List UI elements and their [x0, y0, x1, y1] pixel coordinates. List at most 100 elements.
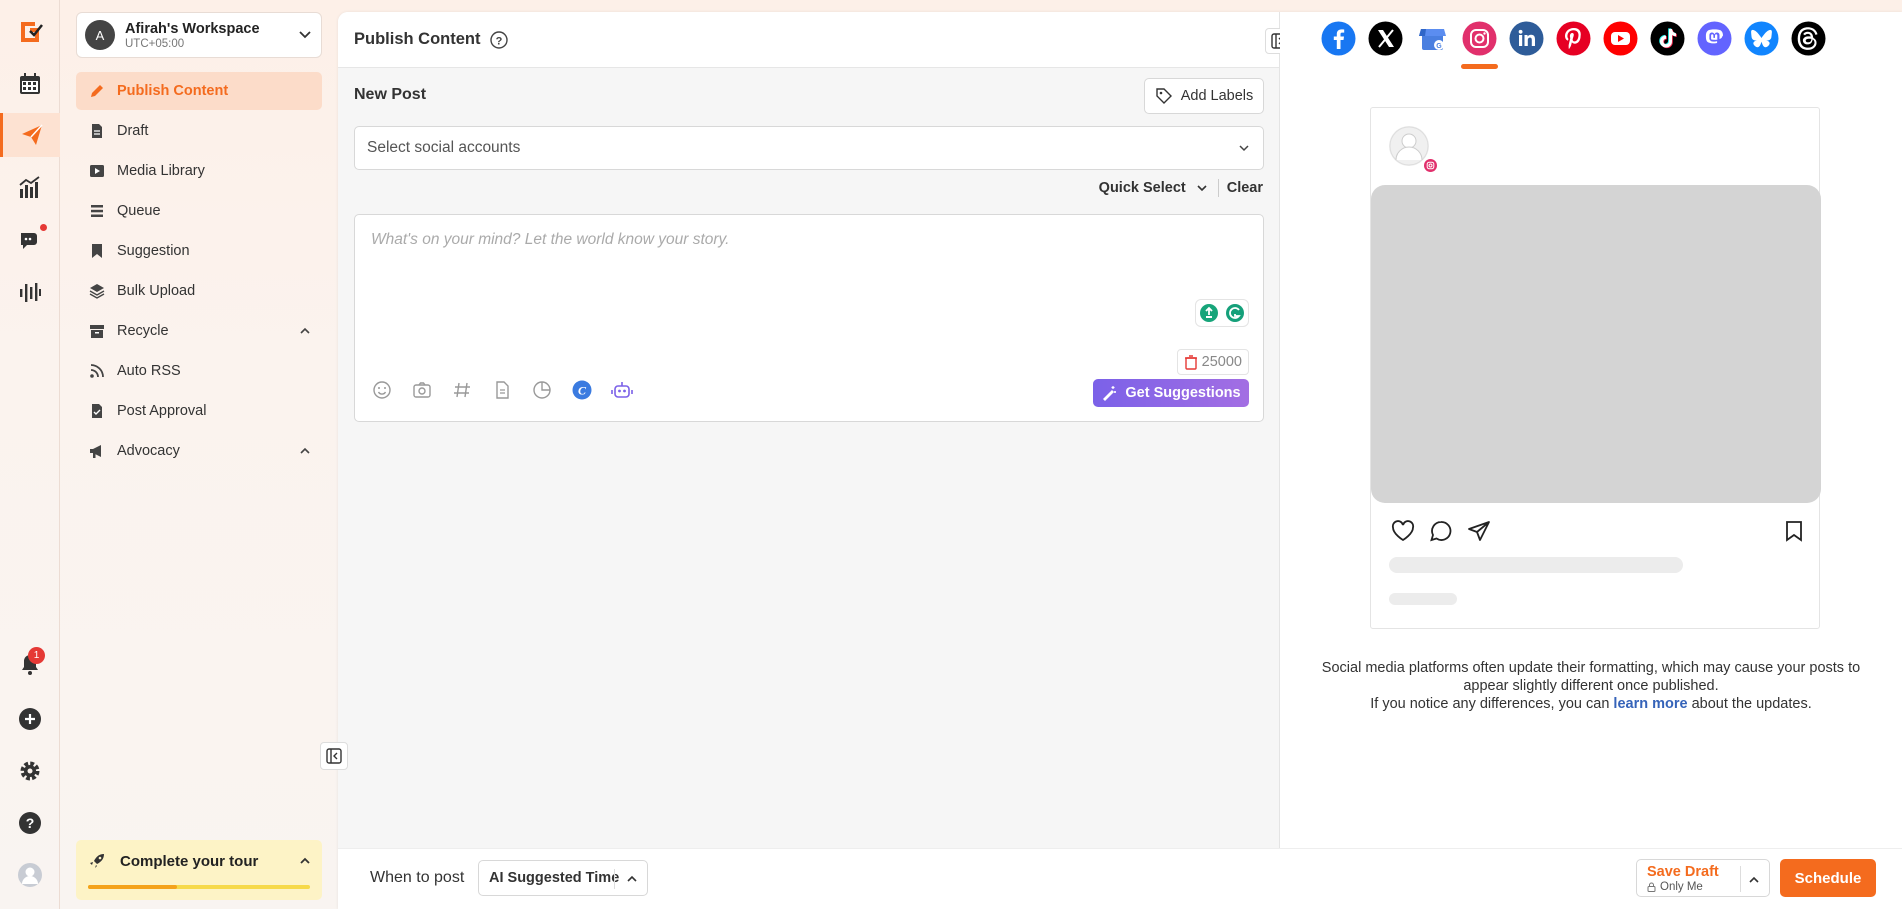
calendar-icon[interactable] — [0, 62, 60, 106]
help-icon[interactable]: ? — [0, 801, 60, 845]
trash-count-icon — [1184, 355, 1197, 370]
sidebar-item-bulk-upload[interactable]: Bulk Upload — [76, 272, 322, 310]
user-avatar[interactable] — [0, 853, 60, 897]
tab-bluesky[interactable] — [1743, 20, 1780, 57]
pinterest-icon — [1556, 21, 1591, 56]
sidebar-item-label: Recycle — [117, 323, 169, 339]
camera-icon[interactable] — [411, 379, 433, 401]
tour-progress-fill — [88, 885, 177, 889]
svg-text:?: ? — [26, 815, 35, 831]
post-editor[interactable]: What's on your mind? Let the world know … — [354, 214, 1264, 422]
tiktok-icon — [1650, 21, 1685, 56]
quick-select-row: Quick Select Clear — [1099, 179, 1263, 197]
gear-icon[interactable] — [0, 749, 60, 793]
ai-bulb-icon[interactable] — [1199, 303, 1219, 323]
document-icon — [92, 124, 102, 138]
caption-placeholder-line — [1389, 593, 1457, 605]
pie-chart-icon[interactable] — [531, 379, 553, 401]
mastodon-icon — [1697, 21, 1732, 56]
analytics-icon[interactable] — [0, 166, 60, 210]
help-circle-icon[interactable]: ? — [489, 30, 509, 50]
chevron-down-icon[interactable] — [1196, 182, 1208, 194]
add-labels-label: Add Labels — [1180, 88, 1254, 104]
learn-more-link[interactable]: learn more — [1613, 696, 1687, 712]
youtube-icon — [1603, 21, 1638, 56]
publish-icon[interactable] — [0, 113, 60, 157]
editor-placeholder: What's on your mind? Let the world know … — [371, 231, 730, 248]
megaphone-icon — [90, 445, 101, 458]
svg-text:C: C — [578, 384, 587, 398]
sidebar-item-publish-content[interactable]: Publish Content — [76, 72, 322, 110]
editor-toolbar: C — [371, 379, 651, 401]
chevron-up-icon[interactable] — [1747, 873, 1761, 887]
document-icon[interactable] — [491, 379, 513, 401]
tab-mastodon[interactable] — [1696, 20, 1733, 57]
sidebar-item-advocacy[interactable]: Advocacy — [76, 432, 322, 470]
social-accounts-select[interactable]: Select social accounts — [354, 126, 1264, 170]
complete-tour-card[interactable]: Complete your tour — [76, 840, 322, 900]
tab-tiktok[interactable] — [1649, 20, 1686, 57]
workspace-name: Afirah's Workspace — [125, 20, 260, 37]
workspace-selector[interactable]: A Afirah's Workspace UTC+05:00 — [76, 12, 322, 58]
divider — [614, 869, 615, 889]
logo-icon[interactable] — [0, 9, 60, 53]
caption-placeholder-line — [1389, 557, 1683, 573]
tab-google-business[interactable]: G — [1414, 20, 1451, 57]
quick-select-button[interactable]: Quick Select — [1099, 180, 1186, 196]
archive-icon — [90, 325, 104, 338]
chevron-down-icon — [1239, 145, 1249, 152]
sidebar-item-draft[interactable]: Draft — [76, 112, 322, 150]
chevron-up-icon[interactable] — [298, 854, 312, 868]
hashtag-icon[interactable] — [451, 379, 473, 401]
get-suggestions-button[interactable]: Get Suggestions — [1093, 379, 1249, 407]
schedule-button[interactable]: Schedule — [1780, 859, 1876, 897]
listening-icon[interactable] — [0, 270, 60, 314]
when-to-post-value: AI Suggested Time — [489, 870, 620, 886]
save-draft-label: Save Draft — [1647, 864, 1719, 880]
bell-icon[interactable]: 1 — [0, 643, 60, 687]
tab-instagram[interactable] — [1461, 20, 1498, 69]
visibility-value: Only Me — [1660, 881, 1703, 893]
save-draft-button[interactable]: Save Draft Only Me — [1636, 859, 1770, 897]
when-to-post-select[interactable]: AI Suggested Time — [478, 860, 648, 896]
emoji-icon[interactable] — [371, 379, 393, 401]
panel-collapse-icon — [326, 748, 342, 764]
preview-disclaimer: Social media platforms often update thei… — [1320, 659, 1862, 713]
sidebar-item-queue[interactable]: Queue — [76, 192, 322, 230]
chevron-up-icon[interactable] — [625, 872, 639, 886]
add-labels-button[interactable]: Add Labels — [1144, 78, 1264, 114]
rocket-icon — [90, 854, 104, 868]
sidebar-item-label: Publish Content — [117, 83, 229, 99]
sidebar-item-auto-rss[interactable]: Auto RSS — [76, 352, 322, 390]
clear-button[interactable]: Clear — [1227, 180, 1263, 196]
sidebar-item-label: Suggestion — [117, 243, 190, 259]
collapse-sidebar-button[interactable] — [320, 742, 348, 770]
tab-pinterest[interactable] — [1555, 20, 1592, 57]
sidebar-item-recycle[interactable]: Recycle — [76, 312, 322, 350]
tab-facebook[interactable] — [1320, 20, 1357, 57]
chevron-up-icon[interactable] — [298, 444, 312, 458]
sidebar-item-label: Draft — [117, 123, 149, 139]
tab-threads[interactable] — [1790, 20, 1827, 57]
bookmark-icon — [1786, 521, 1802, 542]
preview-image-placeholder — [1371, 185, 1821, 503]
composer-header: Publish Content ? — [338, 12, 1279, 68]
grammar-tools[interactable] — [1195, 299, 1249, 327]
canva-icon[interactable]: C — [571, 379, 593, 401]
plus-circle-icon[interactable] — [0, 697, 60, 741]
chevron-up-icon[interactable] — [298, 324, 312, 338]
sidebar-item-suggestion[interactable]: Suggestion — [76, 232, 322, 270]
ai-robot-icon[interactable] — [611, 379, 633, 401]
composer-panel: Publish Content ? New Post Add Labels Se… — [338, 12, 1293, 848]
tab-x[interactable] — [1367, 20, 1404, 57]
linkedin-icon — [1509, 21, 1544, 56]
grammarly-icon[interactable] — [1225, 303, 1245, 323]
instagram-badge-icon — [1423, 158, 1438, 173]
sidebar-item-media-library[interactable]: Media Library — [76, 152, 322, 190]
tab-youtube[interactable] — [1602, 20, 1639, 57]
sidebar-item-post-approval[interactable]: Post Approval — [76, 392, 322, 430]
disclaimer-text: If you notice any differences, you can — [1370, 696, 1610, 712]
inbox-icon[interactable] — [0, 218, 60, 262]
tour-title: Complete your tour — [120, 852, 259, 870]
tab-linkedin[interactable] — [1508, 20, 1545, 57]
